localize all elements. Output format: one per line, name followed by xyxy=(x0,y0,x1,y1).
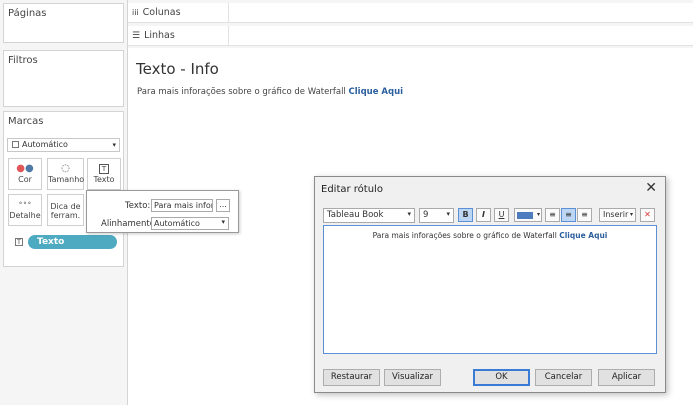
detail-icon: ∘∘∘ xyxy=(18,199,32,207)
mark-tooltip-button[interactable]: Dica de ferram. xyxy=(47,194,84,226)
rows-icon: ☰ xyxy=(132,30,141,41)
underline-button[interactable]: U xyxy=(494,208,509,222)
mark-text-button[interactable]: T Texto xyxy=(87,158,121,190)
columns-icon: iii xyxy=(132,8,139,17)
mark-size-button[interactable]: ◌ Tamanho xyxy=(47,158,84,190)
dialog-title: Editar rótulo xyxy=(321,184,383,195)
align-label: Alinhamento: xyxy=(101,219,158,229)
viz-text: Para mais inforações sobre o gráfico de … xyxy=(137,87,403,97)
mark-text-label: Texto xyxy=(93,175,115,184)
editor-content: Para mais inforações sobre o gráfico de … xyxy=(324,231,656,240)
more-button[interactable]: ... xyxy=(216,199,230,212)
columns-text: Colunas xyxy=(142,7,181,18)
align-left-icon: ≡ xyxy=(549,210,556,219)
rows-text: Linhas xyxy=(144,30,175,41)
viz-title: Texto - Info xyxy=(136,60,219,78)
pages-title: Páginas xyxy=(8,8,47,19)
mark-color-button[interactable]: ●● Cor xyxy=(8,158,42,190)
viz-text-body: Para mais inforações sobre o gráfico de … xyxy=(137,87,346,97)
edit-label-dialog: Editar rótulo ✕ Tableau Book ▾ 9 ▾ B I U ▾… xyxy=(314,176,666,393)
align-center-icon: ≡ xyxy=(565,210,572,219)
marks-title: Marcas xyxy=(8,116,44,127)
editor-link: Clique Aqui xyxy=(559,231,608,240)
chevron-down-icon: ▾ xyxy=(446,210,450,218)
close-icon[interactable]: ✕ xyxy=(645,180,657,196)
align-right-icon: ≡ xyxy=(581,210,588,219)
chevron-down-icon: ▾ xyxy=(407,210,411,218)
filters-title: Filtros xyxy=(8,55,38,66)
chevron-down-icon: ▾ xyxy=(112,141,116,149)
cancel-button[interactable]: Cancelar xyxy=(535,369,592,386)
label-editor[interactable]: Para mais inforações sobre o gráfico de … xyxy=(323,225,657,354)
align-center-button[interactable]: ≡ xyxy=(561,208,576,222)
align-select[interactable]: Automático ▾ xyxy=(151,217,229,230)
preview-button[interactable]: Visualizar xyxy=(384,369,441,386)
font-value: Tableau Book xyxy=(327,210,384,220)
bold-button[interactable]: B xyxy=(458,208,473,222)
color-picker[interactable]: ▾ xyxy=(514,208,542,222)
clear-button[interactable]: ✕ xyxy=(640,208,655,222)
viz-link[interactable]: Clique Aqui xyxy=(349,87,404,97)
shelf-divider xyxy=(228,26,229,46)
italic-button[interactable]: I xyxy=(476,208,491,222)
shelf-divider xyxy=(228,3,229,23)
mark-detail-button[interactable]: ∘∘∘ Detalhe xyxy=(8,194,42,226)
rows-label: ☰ Linhas xyxy=(132,30,175,41)
mark-color-label: Cor xyxy=(18,175,32,184)
marks-card: Marcas Automático ▾ ●● Cor ◌ Tamanho T T… xyxy=(3,111,124,267)
mark-type-icon xyxy=(12,141,19,148)
mark-type-value: Automático xyxy=(22,140,68,149)
text-pill[interactable]: Texto xyxy=(28,235,117,249)
mark-detail-label: Detalhe xyxy=(9,211,41,220)
text-field[interactable]: Para mais infora xyxy=(151,199,213,212)
mark-tooltip-label: Dica de ferram. xyxy=(50,202,81,220)
mark-type-select[interactable]: Automático ▾ xyxy=(7,138,120,152)
restore-button[interactable]: Restaurar xyxy=(323,369,380,386)
mark-size-label: Tamanho xyxy=(48,175,85,184)
insert-button[interactable]: Inserir ▾ xyxy=(599,208,636,222)
columns-shelf[interactable]: iii Colunas xyxy=(128,3,693,23)
columns-label: iii Colunas xyxy=(132,7,181,18)
chevron-down-icon: ▾ xyxy=(629,211,633,218)
rows-shelf[interactable]: ☰ Linhas xyxy=(128,26,693,46)
font-select[interactable]: Tableau Book ▾ xyxy=(323,208,415,223)
pages-card[interactable]: Páginas xyxy=(3,3,124,43)
ok-button[interactable]: OK xyxy=(473,369,530,386)
size-icon: ◌ xyxy=(61,163,70,174)
text-pill-icon: T xyxy=(15,238,23,246)
align-value: Automático xyxy=(154,219,200,228)
text-icon: T xyxy=(88,163,120,175)
size-select[interactable]: 9 ▾ xyxy=(419,208,454,223)
color-swatch xyxy=(517,212,533,219)
chevron-down-icon: ▾ xyxy=(221,218,225,226)
align-right-button[interactable]: ≡ xyxy=(577,208,592,222)
text-pill-label: Texto xyxy=(37,237,65,247)
text-field-label: Texto: xyxy=(125,201,151,211)
filters-card[interactable]: Filtros xyxy=(3,50,124,107)
size-value: 9 xyxy=(423,210,429,220)
align-left-button[interactable]: ≡ xyxy=(545,208,560,222)
text-popup: Texto: Para mais infora ... Alinhamento:… xyxy=(86,190,239,233)
apply-button[interactable]: Aplicar xyxy=(598,369,655,386)
insert-label: Inserir xyxy=(603,210,629,219)
clear-icon: ✕ xyxy=(644,210,651,219)
editor-text: Para mais inforações sobre o gráfico de … xyxy=(372,231,557,240)
chevron-down-icon: ▾ xyxy=(536,211,540,218)
color-dots-icon: ●● xyxy=(16,163,34,174)
